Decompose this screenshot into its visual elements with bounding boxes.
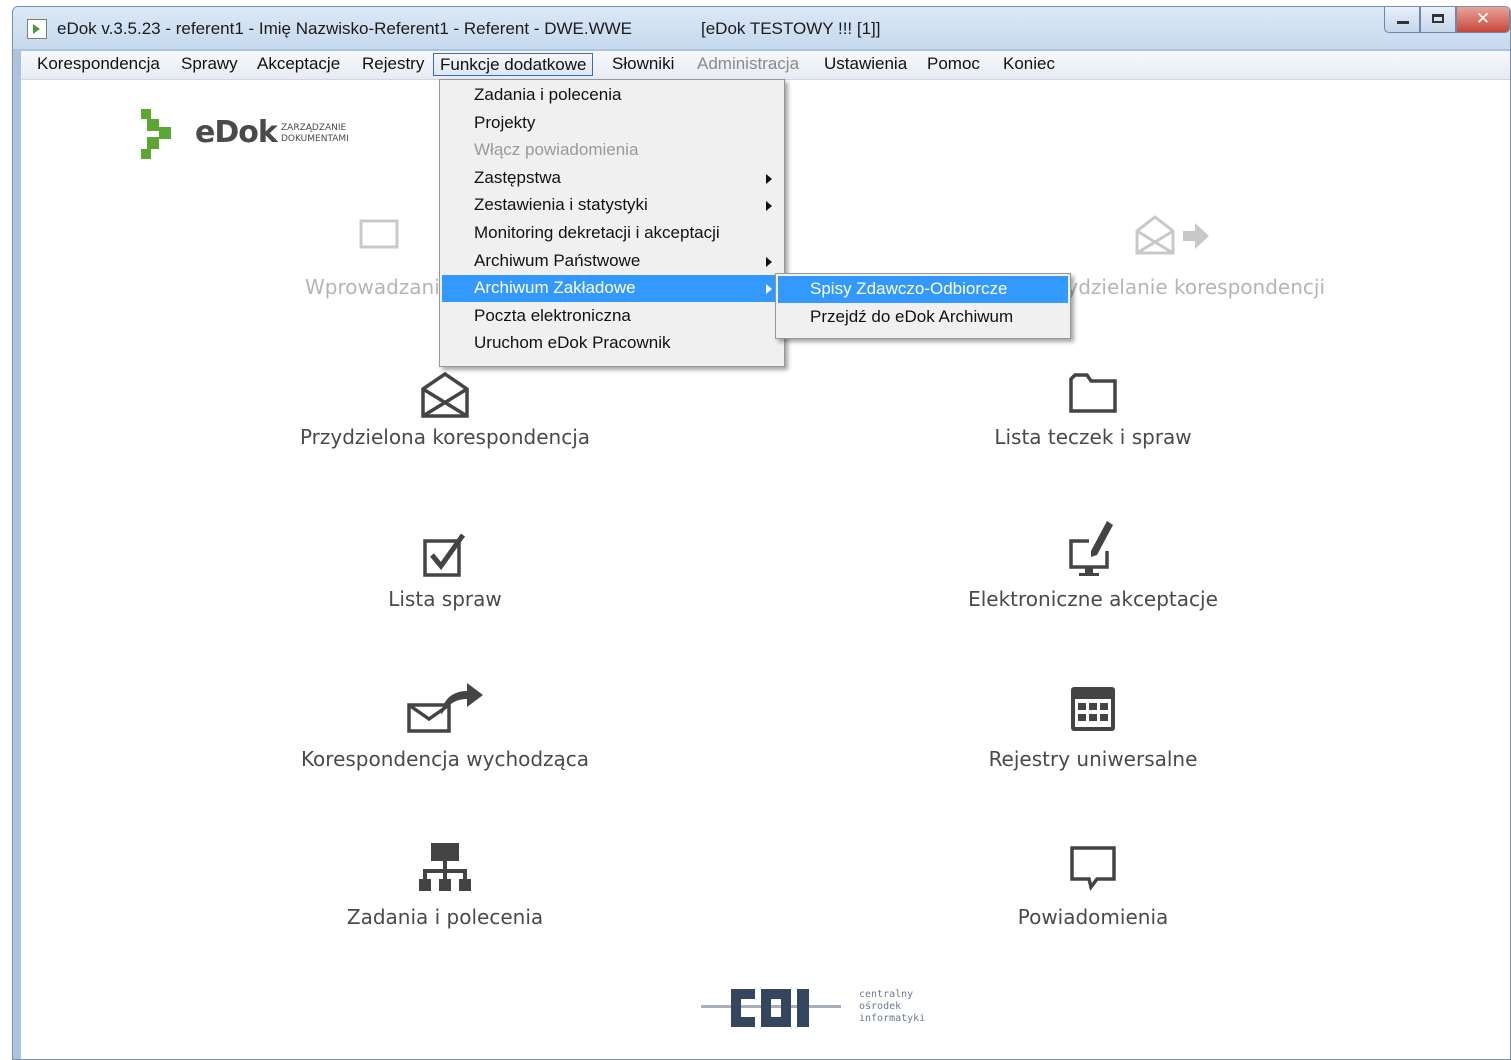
menu-koniec[interactable]: Koniec bbox=[997, 53, 1061, 76]
folder-icon bbox=[1069, 373, 1117, 413]
envelope-forward-icon bbox=[1135, 215, 1209, 255]
menu-item-label: Zestawienia i statystyki bbox=[474, 195, 648, 214]
menu-item-label: Archiwum Zakładowe bbox=[474, 278, 636, 297]
tile-korespondencja-wychodzaca[interactable]: Korespondencja wychodząca bbox=[235, 679, 655, 789]
open-envelope-icon bbox=[421, 371, 469, 418]
menu-item-poczta-elektroniczna[interactable]: Poczta elektroniczna bbox=[442, 303, 782, 330]
menu-item-archiwum-panstwowe[interactable]: Archiwum Państwowe bbox=[442, 248, 782, 275]
menu-akceptacje[interactable]: Akceptacje bbox=[251, 53, 346, 76]
tile-label: ydzielanie korespondencji bbox=[1066, 275, 1325, 299]
title-bar[interactable]: eDok v.3.5.23 - referent1 - Imię Nazwisk… bbox=[13, 7, 1510, 49]
submenu-arrow-icon bbox=[766, 257, 772, 267]
tile-powiadomienia[interactable]: Powiadomienia bbox=[883, 845, 1303, 955]
menu-item-label: Poczta elektroniczna bbox=[474, 306, 631, 325]
environment-label: [eDok TESTOWY !!! [1]] bbox=[701, 19, 881, 38]
menu-item-label: Zastępstwa bbox=[474, 168, 561, 187]
org-chart-icon bbox=[419, 843, 471, 891]
logo-title: eDok bbox=[195, 115, 278, 150]
menu-item-label: Zadania i polecenia bbox=[474, 85, 622, 104]
minimize-button[interactable] bbox=[1384, 7, 1420, 33]
menu-item-uruchom-edok-pracownik[interactable]: Uruchom eDok Pracownik bbox=[442, 330, 782, 357]
menu-item-label: Monitoring dekretacji i akceptacji bbox=[474, 223, 720, 242]
archiwum-zakladowe-submenu: Spisy Zdawczo-Odbiorcze Przejdź do eDok … bbox=[775, 273, 1071, 339]
menu-item-wlacz-powiadomienia[interactable]: Włącz powiadomienia bbox=[442, 137, 782, 164]
logo-subtitle: ZARZĄDZANIE DOKUMENTAMI bbox=[281, 123, 371, 145]
menu-item-przejdz-do-edok-archiwum[interactable]: Przejdź do eDok Archiwum bbox=[778, 304, 1068, 331]
client-area: Korespondencja Sprawy Akceptacje Rejestr… bbox=[21, 51, 1510, 1059]
checkbox-icon bbox=[423, 533, 466, 577]
tile-label: Rejestry uniwersalne bbox=[988, 747, 1198, 771]
coi-line3: informatyki bbox=[859, 1013, 926, 1024]
menu-item-label: Spisy Zdawczo-Odbiorcze bbox=[810, 279, 1008, 298]
monitor-pen-icon bbox=[1069, 521, 1113, 576]
window-controls: ✕ bbox=[1384, 7, 1510, 35]
submenu-arrow-icon bbox=[766, 284, 772, 294]
menu-item-zadania-i-polecenia[interactable]: Zadania i polecenia bbox=[442, 82, 782, 109]
tile-label: Zadania i polecenia bbox=[346, 905, 544, 929]
menu-sprawy[interactable]: Sprawy bbox=[175, 53, 244, 76]
tile-label: Korespondencja wychodząca bbox=[300, 747, 590, 771]
coi-line1: centralny bbox=[859, 989, 914, 1000]
tile-label: Przydzielona korespondencja bbox=[299, 425, 591, 449]
tile-label: Lista teczek i spraw bbox=[994, 425, 1192, 449]
envelope-send-icon bbox=[407, 683, 483, 733]
tile-rejestry-uniwersalne[interactable]: Rejestry uniwersalne bbox=[883, 685, 1303, 795]
tile-lista-teczek[interactable]: Lista teczek i spraw bbox=[883, 371, 1303, 481]
tile-przydzielona-korespondencja[interactable]: Przydzielona korespondencja bbox=[235, 371, 655, 481]
menu-pomoc[interactable]: Pomoc bbox=[921, 53, 986, 76]
maximize-button[interactable] bbox=[1420, 7, 1456, 33]
menu-slowniki[interactable]: Słowniki bbox=[606, 53, 680, 76]
menu-item-monitoring[interactable]: Monitoring dekretacji i akceptacji bbox=[442, 220, 782, 247]
minimize-icon bbox=[1397, 21, 1409, 24]
app-icon[interactable] bbox=[27, 19, 47, 39]
funkcje-dodatkowe-dropdown: Zadania i polecenia Projekty Włącz powia… bbox=[439, 79, 785, 367]
menu-korespondencja[interactable]: Korespondencja bbox=[31, 53, 166, 76]
submenu-arrow-icon bbox=[766, 201, 772, 211]
submenu-arrow-icon bbox=[766, 174, 772, 184]
maximize-icon bbox=[1432, 14, 1444, 23]
menu-ustawienia[interactable]: Ustawienia bbox=[818, 53, 913, 76]
menu-item-archiwum-zakladowe[interactable]: Archiwum Zakładowe bbox=[442, 275, 782, 302]
calendar-grid-icon bbox=[1071, 687, 1115, 731]
coi-logo-icon bbox=[701, 989, 841, 1027]
menu-item-zastepstwa[interactable]: Zastępstwa bbox=[442, 165, 782, 192]
close-button[interactable]: ✕ bbox=[1456, 7, 1510, 33]
close-icon: ✕ bbox=[1475, 9, 1491, 29]
menu-item-label: Przejdź do eDok Archiwum bbox=[810, 307, 1014, 326]
tile-label: Elektroniczne akceptacje bbox=[968, 587, 1218, 611]
tile-elektroniczne-akceptacje[interactable]: Elektroniczne akceptacje bbox=[883, 517, 1303, 627]
menu-bar: Korespondencja Sprawy Akceptacje Rejestr… bbox=[21, 51, 1510, 80]
edok-logo: eDok ZARZĄDZANIE DOKUMENTAMI bbox=[137, 107, 377, 167]
window-title: eDok v.3.5.23 - referent1 - Imię Nazwisk… bbox=[57, 19, 633, 38]
tile-label: Powiadomienia bbox=[1017, 905, 1169, 929]
menu-rejestry[interactable]: Rejestry bbox=[356, 53, 430, 76]
logo-subtitle-line1: ZARZĄDZANIE bbox=[281, 123, 347, 133]
tile-lista-spraw[interactable]: Lista spraw bbox=[235, 531, 655, 641]
coi-subtitle: centralny ośrodek informatyki bbox=[859, 989, 925, 1025]
tile-label: Lista spraw bbox=[388, 587, 502, 611]
menu-administracja[interactable]: Administracja bbox=[691, 53, 805, 76]
coi-line2: ośrodek bbox=[859, 1001, 902, 1012]
app-window: eDok v.3.5.23 - referent1 - Imię Nazwisk… bbox=[12, 6, 1511, 1060]
menu-item-label: Włącz powiadomienia bbox=[474, 140, 639, 159]
logo-subtitle-line2: DOKUMENTAMI bbox=[281, 134, 349, 144]
menu-item-zestawienia[interactable]: Zestawienia i statystyki bbox=[442, 192, 782, 219]
tile-zadania-i-polecenia[interactable]: Zadania i polecenia bbox=[235, 841, 655, 951]
menu-item-label: Uruchom eDok Pracownik bbox=[474, 333, 671, 352]
menu-item-label: Projekty bbox=[474, 113, 536, 132]
envelope-icon bbox=[359, 219, 399, 249]
speech-bubble-icon bbox=[1070, 846, 1116, 891]
edok-logo-icon bbox=[141, 109, 171, 159]
coi-logo: centralny ośrodek informatyki bbox=[701, 979, 941, 1039]
menu-item-label: Archiwum Państwowe bbox=[474, 251, 641, 270]
menu-item-projekty[interactable]: Projekty bbox=[442, 110, 782, 137]
menu-funkcje-dodatkowe[interactable]: Funkcje dodatkowe bbox=[433, 53, 594, 76]
menu-item-spisy-zdawczo-odbiorcze[interactable]: Spisy Zdawczo-Odbiorcze bbox=[778, 276, 1068, 303]
